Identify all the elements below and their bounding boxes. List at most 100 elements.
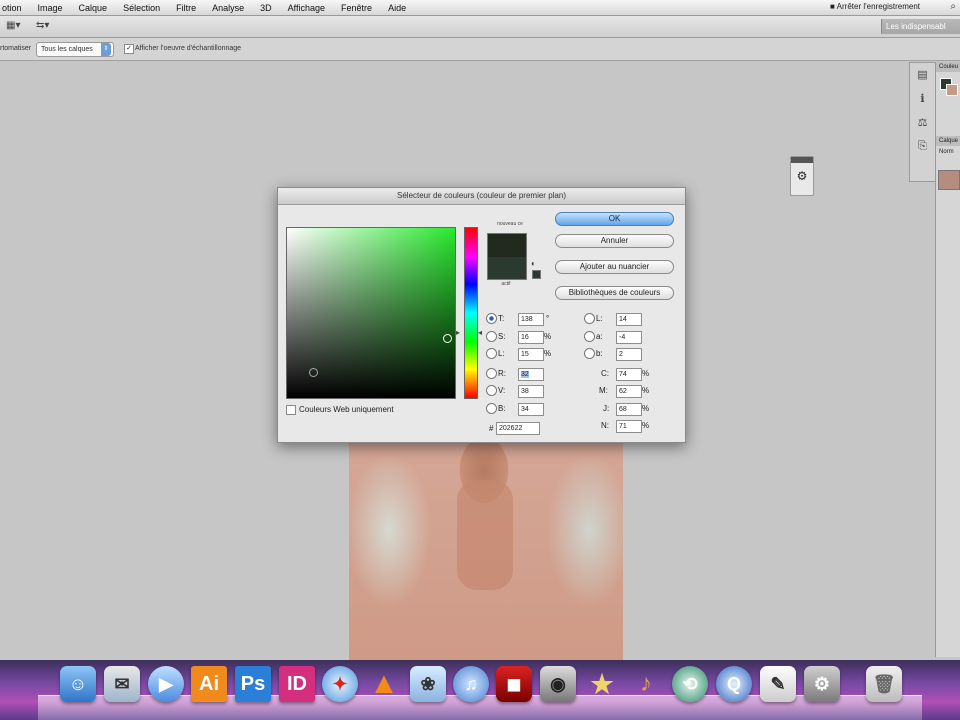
- layer-thumbnail[interactable]: [938, 170, 960, 190]
- black-row: N: 71 %: [601, 420, 649, 433]
- menu-analyse[interactable]: Analyse: [204, 3, 252, 13]
- iphoto-icon[interactable]: ❀: [410, 666, 446, 702]
- lab-a-row: a: -4: [584, 331, 642, 344]
- imovie-icon[interactable]: ★: [584, 666, 620, 702]
- color-panel-header[interactable]: Couleu: [936, 62, 960, 72]
- blend-mode[interactable]: Norm: [936, 146, 960, 158]
- hue-arrow-right-icon[interactable]: ◂: [478, 328, 482, 337]
- hue-arrow-left-icon[interactable]: ▸: [456, 328, 460, 337]
- field-marker[interactable]: [443, 334, 452, 343]
- garageband-icon[interactable]: ♪: [628, 666, 664, 702]
- histogram-icon[interactable]: ▤: [913, 68, 932, 87]
- photobooth-icon[interactable]: ◼: [496, 666, 532, 702]
- lab-a-input[interactable]: -4: [616, 331, 642, 344]
- hue-unit: °: [546, 314, 550, 323]
- floating-tool-panel[interactable]: ⚙: [790, 156, 814, 196]
- stop-recording-item[interactable]: ■ Arrêter l'enregistrement: [830, 2, 920, 11]
- photoshop-icon[interactable]: Ps: [235, 666, 271, 702]
- menu-calque[interactable]: Calque: [71, 3, 116, 13]
- arrange-icon[interactable]: ⇆▾: [36, 20, 49, 31]
- magenta-input[interactable]: 62: [616, 385, 642, 398]
- brightness-radio[interactable]: [486, 348, 497, 360]
- adjust-icon[interactable]: ⚖: [913, 116, 932, 135]
- red-radio[interactable]: [486, 368, 497, 380]
- aperture-icon[interactable]: ◉: [540, 666, 576, 702]
- add-to-swatches-button[interactable]: Ajouter au nuancier: [555, 260, 674, 274]
- blue-radio[interactable]: [486, 403, 497, 415]
- blue-row: B: 34: [486, 403, 544, 416]
- color-libraries-button[interactable]: Bibliothèques de couleurs: [555, 286, 674, 300]
- lab-l-input[interactable]: 14: [616, 313, 642, 326]
- background-swatch[interactable]: [946, 84, 958, 96]
- web-colors-checkbox[interactable]: [286, 405, 296, 415]
- cyan-input[interactable]: 74: [616, 368, 642, 381]
- yellow-input[interactable]: 68: [616, 403, 642, 416]
- hex-input[interactable]: 202622: [496, 422, 540, 435]
- system-preferences-icon[interactable]: ⚙: [804, 666, 840, 702]
- menu-aide[interactable]: Aide: [380, 3, 414, 13]
- illustrator-icon[interactable]: Ai: [191, 666, 227, 702]
- green-input[interactable]: 38: [518, 385, 544, 398]
- hue-input[interactable]: 138: [518, 313, 544, 326]
- web-colors-option[interactable]: Couleurs Web uniquement: [286, 405, 394, 415]
- menu-option[interactable]: otion: [0, 3, 30, 13]
- brightness-label: L:: [498, 349, 505, 358]
- sample-label: rtomatiser: [0, 45, 32, 52]
- panel-icon-strip: ▤ ℹ ⚖ ⎘: [909, 62, 936, 182]
- saturation-row: S: 16 %: [486, 331, 551, 344]
- layers-panel-header[interactable]: Calque: [936, 136, 960, 146]
- quicktime-icon[interactable]: Q: [716, 666, 752, 702]
- brightness-input[interactable]: 15: [518, 348, 544, 361]
- menu-bar: otion Image Calque Sélection Filtre Anal…: [0, 0, 960, 16]
- time-machine-icon[interactable]: ⟲: [672, 666, 708, 702]
- show-ring-checkbox[interactable]: ✓: [124, 44, 134, 54]
- finder-icon[interactable]: ☺: [60, 666, 96, 702]
- workspace-switcher[interactable]: Les indispensabl: [881, 19, 960, 34]
- sample-select[interactable]: Tous les calques ⇕: [36, 42, 114, 57]
- layout-icon[interactable]: ▦▾: [6, 20, 20, 31]
- lab-b-radio[interactable]: [584, 348, 595, 360]
- blue-input[interactable]: 34: [518, 403, 544, 416]
- current-color-swatch[interactable]: [487, 257, 527, 280]
- vlc-icon[interactable]: ▲: [366, 666, 402, 702]
- cancel-button[interactable]: Annuler: [555, 234, 674, 248]
- brightness-row: L: 15 %: [486, 348, 551, 361]
- indesign-icon[interactable]: ID: [279, 666, 315, 702]
- menu-3d[interactable]: 3D: [252, 3, 280, 13]
- red-input[interactable]: 32: [518, 368, 544, 381]
- hue-radio[interactable]: [486, 313, 497, 325]
- lab-b-row: b: 2: [584, 348, 642, 361]
- preview-icon[interactable]: ✎: [760, 666, 796, 702]
- color-field[interactable]: [286, 227, 456, 399]
- puppet-icon[interactable]: ⚙: [791, 169, 813, 183]
- gamut-warning-icon[interactable]: ◐: [531, 259, 536, 268]
- saturation-input[interactable]: 16: [518, 331, 544, 344]
- itunes-icon[interactable]: ♫: [453, 666, 489, 702]
- application-bar: ▦▾ ⇆▾ Les indispensabl: [0, 16, 960, 38]
- menu-affichage[interactable]: Affichage: [280, 3, 333, 13]
- saturation-label: S:: [498, 332, 506, 341]
- hue-slider[interactable]: [464, 227, 478, 399]
- lab-l-radio[interactable]: [584, 313, 595, 325]
- menu-fenetre[interactable]: Fenêtre: [333, 3, 380, 13]
- panel-grip[interactable]: [791, 157, 813, 163]
- menu-image[interactable]: Image: [30, 3, 71, 13]
- lab-b-input[interactable]: 2: [616, 348, 642, 361]
- safari-icon[interactable]: ✦: [322, 666, 358, 702]
- menu-filtre[interactable]: Filtre: [168, 3, 204, 13]
- dialog-title[interactable]: Sélecteur de couleurs (couleur de premie…: [278, 188, 685, 205]
- saturation-radio[interactable]: [486, 331, 497, 343]
- cursor-marker: [309, 368, 318, 377]
- green-radio[interactable]: [486, 385, 497, 397]
- gamut-swatch[interactable]: [532, 270, 541, 279]
- ok-button[interactable]: OK: [555, 212, 674, 226]
- mail-icon[interactable]: ✉: [104, 666, 140, 702]
- lab-a-radio[interactable]: [584, 331, 595, 343]
- spotlight-icon[interactable]: ⌕: [950, 1, 956, 12]
- menu-selection[interactable]: Sélection: [115, 3, 168, 13]
- info-icon[interactable]: ℹ: [913, 92, 932, 111]
- trash-icon[interactable]: 🗑: [866, 666, 902, 702]
- ichat-icon[interactable]: ▶: [148, 666, 184, 702]
- history-icon[interactable]: ⎘: [913, 140, 932, 159]
- black-input[interactable]: 71: [616, 420, 642, 433]
